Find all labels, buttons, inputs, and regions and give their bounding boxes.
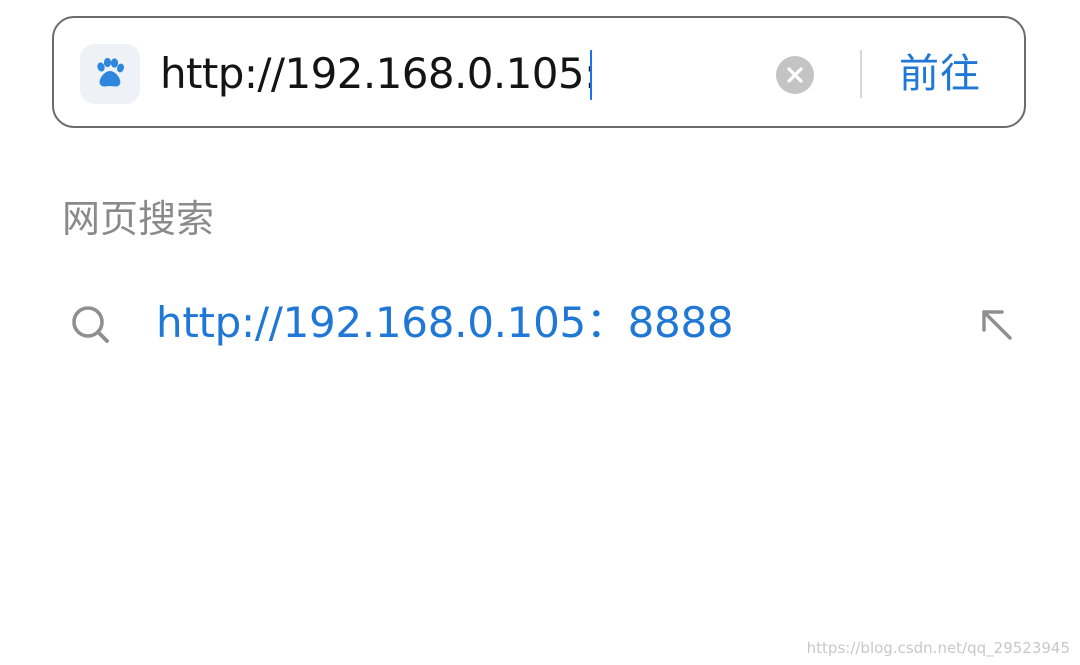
search-engine-button[interactable] — [80, 44, 140, 104]
search-suggestion-item[interactable]: http://192.168.0.105：8888 — [0, 282, 1080, 362]
clear-input-button[interactable] — [776, 56, 814, 94]
url-input-text: http://192.168.0.105: 8888 — [160, 49, 592, 98]
go-button[interactable]: 前往 — [899, 46, 981, 102]
address-bar-divider — [860, 50, 862, 98]
search-icon — [72, 306, 109, 343]
paw-icon — [97, 57, 125, 87]
arrow-up-left-icon[interactable] — [976, 304, 1016, 344]
url-overflow-fade — [670, 40, 698, 106]
address-bar[interactable]: http://192.168.0.105: 8888 前往 — [52, 16, 1026, 128]
suggestion-text: http://192.168.0.105：8888 — [156, 298, 734, 347]
close-icon — [787, 67, 803, 83]
url-input[interactable]: http://192.168.0.105: 8888 — [160, 38, 592, 110]
section-title-web-search: 网页搜索 — [62, 197, 215, 241]
text-cursor — [590, 50, 592, 100]
browser-search-page: http://192.168.0.105: 8888 前往 网页搜索 http:… — [0, 0, 1080, 665]
watermark-text: https://blog.csdn.net/qq_29523945 — [806, 639, 1070, 657]
